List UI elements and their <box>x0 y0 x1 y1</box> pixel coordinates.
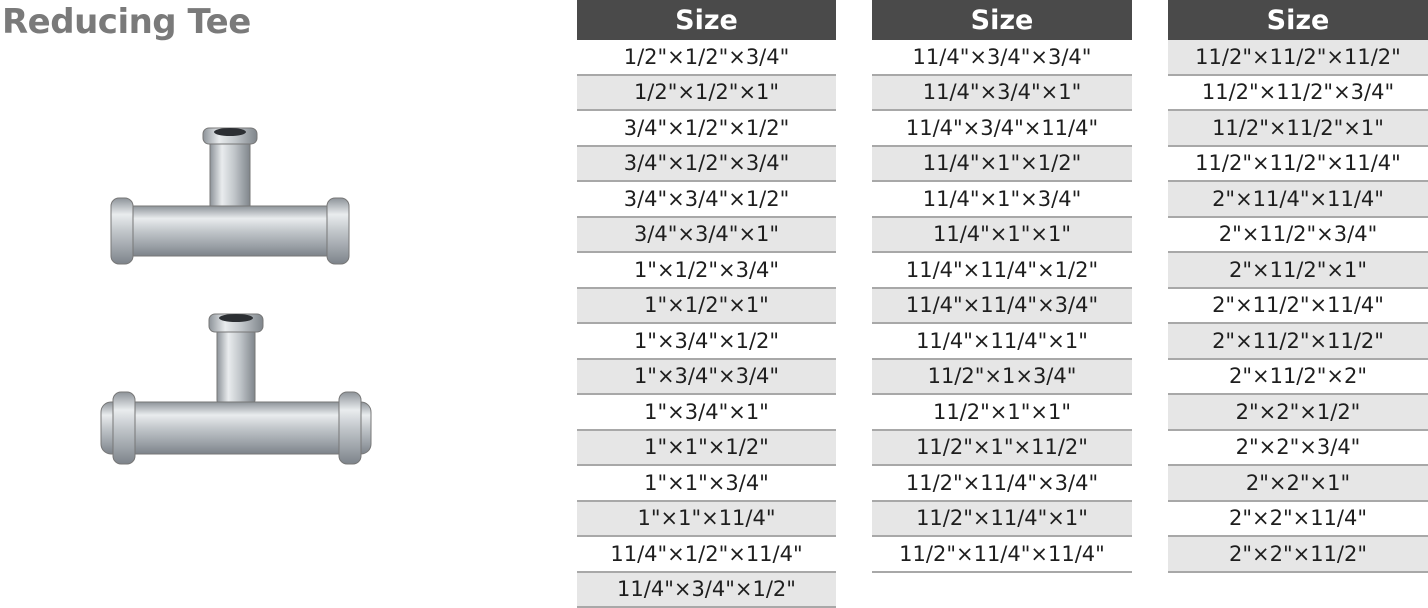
size-row: 2"×11/4"×11/4" <box>1168 182 1428 218</box>
size-table-2: Size 11/4"×3/4"×3/4" 11/4"×3/4"×1" 11/4"×3… <box>872 0 1132 573</box>
size-row: 11/4"×1"×1" <box>872 217 1132 253</box>
size-row: 11/4"×3/4"×11/4" <box>872 111 1132 147</box>
size-row: 1"×3/4"×3/4" <box>577 359 836 395</box>
size-row: 11/4"×1/2"×11/4" <box>577 537 836 573</box>
size-row: 11/2"×11/4"×11/4" <box>872 537 1132 573</box>
size-row: 11/4"×11/4"×3/4" <box>872 288 1132 324</box>
size-row: 11/2"×1×3/4" <box>872 359 1132 395</box>
size-row: 2"×2"×1" <box>1168 466 1428 502</box>
size-row: 11/2"×1"×11/2" <box>872 430 1132 466</box>
size-list: 1/2"×1/2"×3/4" 1/2"×1/2"×1" 3/4"×1/2"×1/2"… <box>577 40 836 608</box>
size-row: 1/2"×1/2"×3/4" <box>577 40 836 76</box>
size-row: 11/2"×11/4"×1" <box>872 501 1132 537</box>
tee-bottom-image <box>100 313 372 465</box>
size-row: 2"×11/2"×11/2" <box>1168 324 1428 360</box>
size-row: 11/4"×3/4"×1" <box>872 75 1132 111</box>
size-row: 2"×2"×11/2" <box>1168 537 1428 573</box>
size-row: 1"×1"×3/4" <box>577 466 836 502</box>
size-row: 2"×2"×11/4" <box>1168 501 1428 537</box>
size-header: Size <box>872 0 1132 40</box>
size-row: 3/4"×1/2"×1/2" <box>577 111 836 147</box>
size-row: 1"×1/2"×1" <box>577 288 836 324</box>
size-row: 2"×11/2"×11/4" <box>1168 288 1428 324</box>
size-row: 2"×11/2"×3/4" <box>1168 217 1428 253</box>
size-row: 1"×1"×1/2" <box>577 430 836 466</box>
size-row: 11/2"×11/2"×3/4" <box>1168 75 1428 111</box>
size-row: 11/2"×11/2"×1" <box>1168 111 1428 147</box>
size-header: Size <box>577 0 836 40</box>
size-row: 11/4"×1"×1/2" <box>872 146 1132 182</box>
size-header: Size <box>1168 0 1428 40</box>
size-row: 11/4"×1"×3/4" <box>872 182 1132 218</box>
size-row: 11/2"×11/4"×3/4" <box>872 466 1132 502</box>
size-row: 3/4"×3/4"×1" <box>577 217 836 253</box>
size-row: 11/4"×3/4"×3/4" <box>872 40 1132 76</box>
reducing-tee-fittings-photo <box>100 127 372 465</box>
page-title: Reducing Tee <box>2 2 251 42</box>
size-row: 2"×11/2"×1" <box>1168 253 1428 289</box>
size-row: 2"×2"×3/4" <box>1168 430 1428 466</box>
size-row: 11/4"×3/4"×1/2" <box>577 572 836 608</box>
size-row: 11/2"×11/2"×11/4" <box>1168 146 1428 182</box>
size-row: 1/2"×1/2"×1" <box>577 75 836 111</box>
size-list: 11/2"×11/2"×11/2" 11/2"×11/2"×3/4" 11/2"×1… <box>1168 40 1428 573</box>
size-list: 11/4"×3/4"×3/4" 11/4"×3/4"×1" 11/4"×3/4"×1… <box>872 40 1132 573</box>
size-row: 1"×1/2"×3/4" <box>577 253 836 289</box>
size-row: 3/4"×1/2"×3/4" <box>577 146 836 182</box>
tee-top-image <box>110 127 350 265</box>
size-table-3: Size 11/2"×11/2"×11/2" 11/2"×11/2"×3/4" 11… <box>1168 0 1428 573</box>
size-row: 11/4"×11/4"×1" <box>872 324 1132 360</box>
size-row: 2"×11/2"×2" <box>1168 359 1428 395</box>
size-row: 11/2"×11/2"×11/2" <box>1168 40 1428 76</box>
size-row: 3/4"×3/4"×1/2" <box>577 182 836 218</box>
size-row: 2"×2"×1/2" <box>1168 395 1428 431</box>
size-table-1: Size 1/2"×1/2"×3/4" 1/2"×1/2"×1" 3/4"×1/2"… <box>577 0 836 608</box>
size-row: 1"×3/4"×1/2" <box>577 324 836 360</box>
size-row: 1"×1"×11/4" <box>577 501 836 537</box>
size-row: 1"×3/4"×1" <box>577 395 836 431</box>
size-row: 11/2"×1"×1" <box>872 395 1132 431</box>
size-row: 11/4"×11/4"×1/2" <box>872 253 1132 289</box>
